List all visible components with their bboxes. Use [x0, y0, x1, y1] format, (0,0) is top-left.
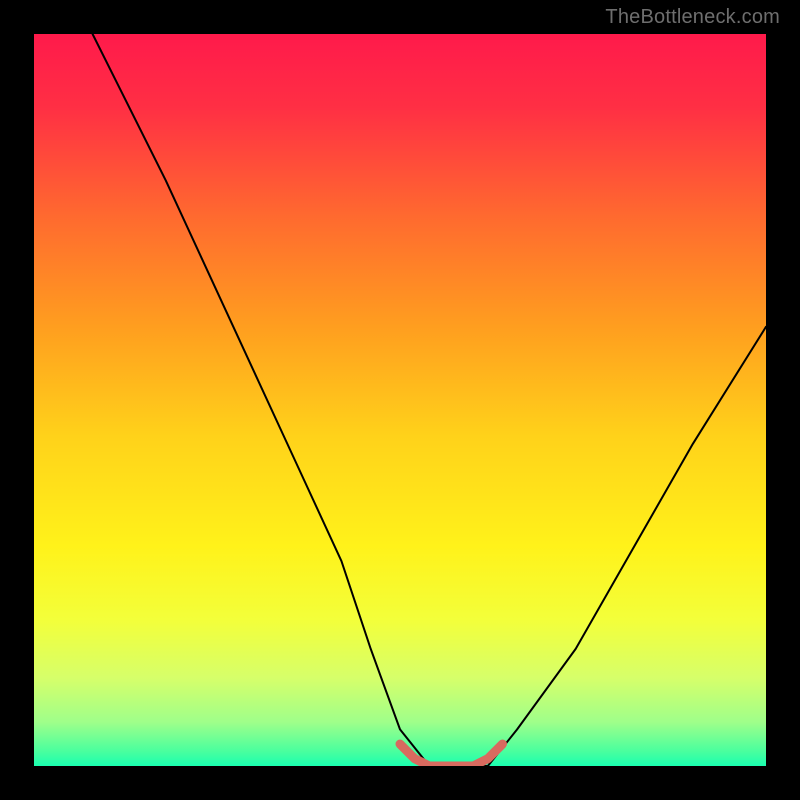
bottleneck-curve: [93, 34, 766, 766]
chart-frame: TheBottleneck.com: [0, 0, 800, 800]
plot-area: [34, 34, 766, 766]
curve-layer: [34, 34, 766, 766]
watermark-text: TheBottleneck.com: [605, 6, 780, 29]
